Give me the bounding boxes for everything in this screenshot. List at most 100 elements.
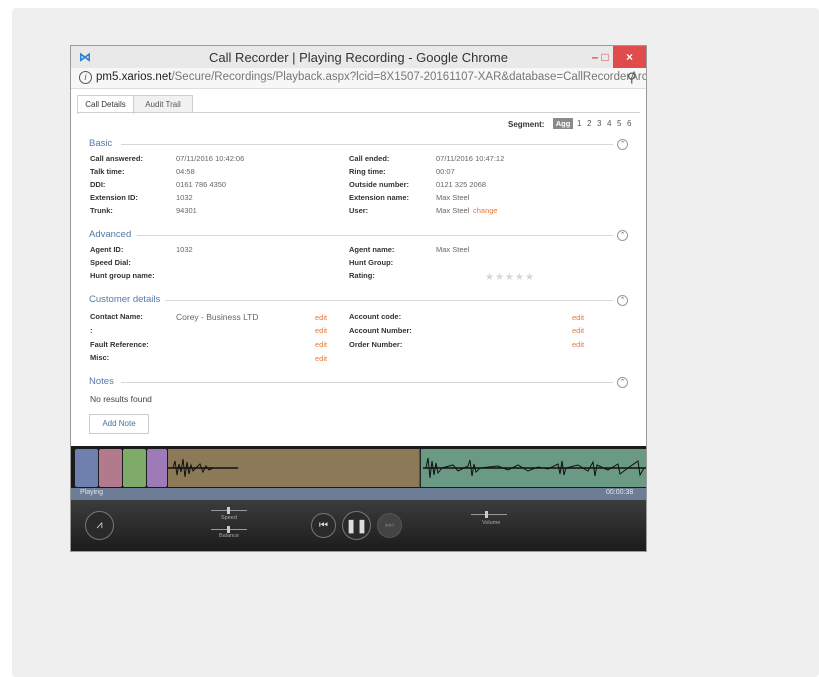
segment-6-link[interactable]: 6: [627, 119, 631, 128]
notes-empty-text: No results found: [90, 394, 152, 404]
rating-star-icon[interactable]: ★: [505, 272, 514, 283]
ddi-label: DDI:: [90, 180, 106, 189]
basic-section-title: Basic: [89, 138, 113, 149]
unnamed-field-label: :: [90, 326, 93, 335]
address-bar[interactable]: i pm5.xarios.net/Secure/Recordings/Playb…: [71, 68, 646, 89]
balance-slider-knob[interactable]: [227, 526, 230, 533]
call-ended-label: Call ended:: [349, 154, 390, 163]
playback-time: 00:00:38: [606, 489, 634, 496]
rating-star-icon[interactable]: ★: [495, 272, 504, 283]
agent-id-value: 1032: [176, 245, 193, 254]
basic-collapse-icon[interactable]: ⌃: [617, 139, 628, 150]
rating-label: Rating:: [349, 271, 375, 280]
advanced-section-title: Advanced: [89, 229, 132, 240]
ring-time-label: Ring time:: [349, 167, 386, 176]
waveform-toggle-button[interactable]: ⩘: [85, 511, 114, 540]
order-number-label: Order Number:: [349, 340, 403, 349]
playback-progress-bar[interactable]: [71, 488, 646, 500]
edit-unnamed-field-link[interactable]: edit: [315, 326, 327, 335]
extension-id-value: 1032: [176, 193, 193, 202]
fault-reference-label: Fault Reference:: [90, 340, 149, 349]
customer-divider: [165, 300, 613, 301]
account-code-label: Account code:: [349, 312, 402, 321]
outside-number-value: 0121 325 2068: [436, 180, 487, 189]
previous-button[interactable]: ⏮: [311, 513, 336, 538]
agent-name-value: Max Steel: [436, 245, 470, 254]
call-ended-value: 07/11/2016 10:47:12: [436, 154, 505, 163]
volume-slider-track[interactable]: [471, 514, 507, 515]
edit-misc-link[interactable]: edit: [315, 354, 327, 363]
speed-label: Speed: [221, 515, 237, 521]
contact-name-label: Contact Name:: [90, 312, 143, 321]
agent-id-label: Agent ID:: [90, 245, 124, 254]
customer-collapse-icon[interactable]: ⌃: [617, 295, 628, 306]
waveform-svg: [168, 449, 646, 487]
edit-account-code-link[interactable]: edit: [572, 313, 584, 322]
notes-section-title: Notes: [89, 376, 114, 387]
ring-time-value: 00:07: [436, 167, 455, 176]
url-path: /Secure/Recordings/Playback.aspx?lcid=8X…: [171, 71, 647, 83]
hunt-group-label: Hunt Group:: [349, 258, 394, 267]
segment-4-link[interactable]: 4: [607, 119, 611, 128]
tab-divider: [77, 112, 640, 113]
player-controls: ⩘ Speed Balance ⏮ ❚❚ ⏭ Volume: [71, 500, 646, 551]
url-text[interactable]: pm5.xarios.net/Secure/Recordings/Playbac…: [96, 71, 647, 83]
user-value: Max Steel: [436, 206, 470, 215]
segment-marker-1[interactable]: [75, 449, 98, 487]
balance-label: Balance: [219, 533, 239, 539]
segment-2-link[interactable]: 2: [587, 119, 591, 128]
edit-order-number-link[interactable]: edit: [572, 340, 584, 349]
title-bar: ⋈ Call Recorder | Playing Recording - Go…: [71, 46, 646, 68]
browser-window: ⋈ Call Recorder | Playing Recording - Go…: [70, 45, 647, 552]
playback-status: Playing: [80, 489, 103, 496]
notes-divider: [121, 382, 613, 383]
segment-marker-2[interactable]: [99, 449, 122, 487]
pause-button[interactable]: ❚❚: [342, 511, 371, 540]
trunk-label: Trunk:: [90, 206, 113, 215]
user-label: User:: [349, 206, 369, 215]
outside-number-label: Outside number:: [349, 180, 410, 189]
change-user-link[interactable]: change: [473, 206, 498, 215]
contact-name-value: Corey - Business LTD: [176, 312, 259, 322]
close-button[interactable]: ×: [613, 46, 646, 68]
notes-collapse-icon[interactable]: ⌃: [617, 377, 628, 388]
tab-audit-trail[interactable]: Audit Trail: [133, 95, 193, 113]
edit-fault-reference-link[interactable]: edit: [315, 340, 327, 349]
call-answered-label: Call answered:: [90, 154, 143, 163]
next-button[interactable]: ⏭: [377, 513, 402, 538]
speed-slider-knob[interactable]: [227, 507, 230, 514]
talk-time-value: 04:58: [176, 167, 195, 176]
call-answered-value: 07/11/2016 10:42:06: [176, 154, 245, 163]
trunk-value: 94301: [176, 206, 197, 215]
agent-name-label: Agent name:: [349, 245, 395, 254]
rating-star-icon[interactable]: ★: [485, 272, 494, 283]
volume-label: Volume: [482, 520, 501, 526]
segment-label: Segment:: [508, 120, 545, 129]
rating-star-icon[interactable]: ★: [525, 272, 534, 283]
url-host: pm5.xarios.net: [96, 71, 172, 83]
segment-marker-4[interactable]: [147, 449, 167, 487]
segment-agg-button[interactable]: Agg: [553, 118, 573, 129]
info-icon[interactable]: i: [79, 71, 92, 84]
add-note-button[interactable]: Add Note: [89, 414, 149, 434]
segment-3-link[interactable]: 3: [597, 119, 601, 128]
hunt-group-name-label: Hunt group name:: [90, 271, 155, 280]
speed-dial-label: Speed Dial:: [90, 258, 131, 267]
volume-slider-knob[interactable]: [485, 511, 488, 518]
rating-star-icon[interactable]: ★: [515, 272, 524, 283]
advanced-collapse-icon[interactable]: ⌃: [617, 230, 628, 241]
edit-contact-name-link[interactable]: edit: [315, 313, 327, 322]
talk-time-label: Talk time:: [90, 167, 125, 176]
segment-5-link[interactable]: 5: [617, 119, 621, 128]
edit-account-number-link[interactable]: edit: [572, 326, 584, 335]
segment-1-link[interactable]: 1: [577, 119, 581, 128]
ddi-value: 0161 786 4350: [176, 180, 227, 189]
customer-section-title: Customer details: [89, 294, 161, 305]
basic-divider: [121, 144, 613, 145]
account-number-label: Account Number:: [349, 326, 412, 335]
zoom-icon[interactable]: ⚲: [627, 70, 637, 86]
extension-id-label: Extension ID:: [90, 193, 138, 202]
extension-name-label: Extension name:: [349, 193, 410, 202]
segment-marker-3[interactable]: [123, 449, 146, 487]
misc-label: Misc:: [90, 353, 110, 362]
